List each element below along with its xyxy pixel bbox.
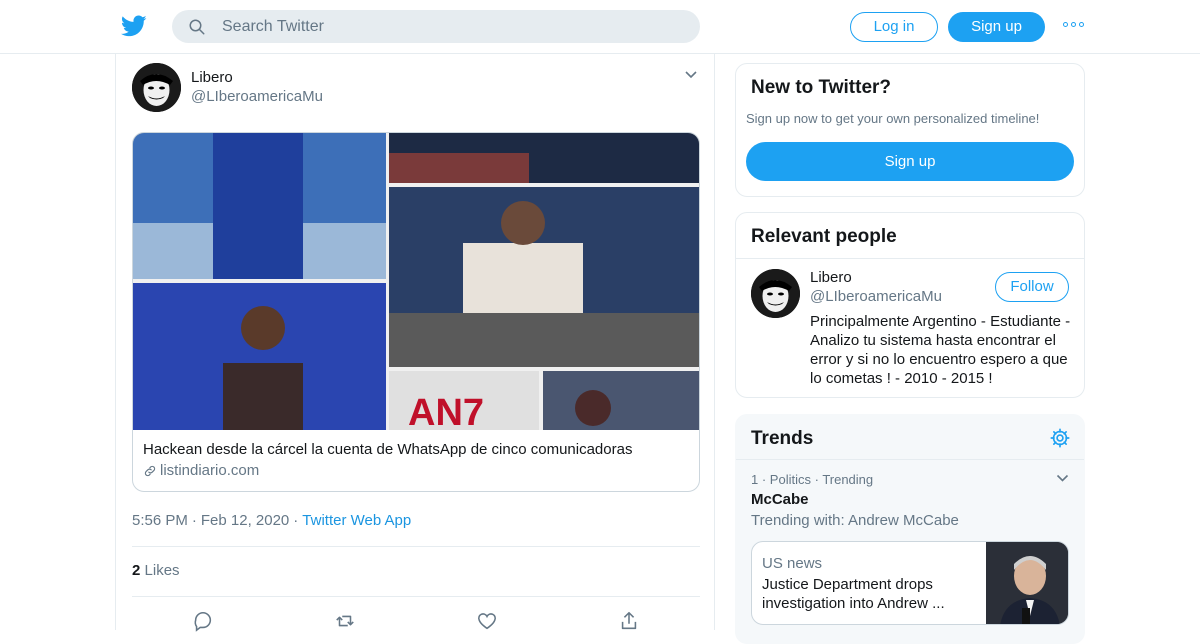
card-title[interactable]: Hackean desde la cárcel la cuenta de Wha… [143,441,632,458]
top-bar: Log in Sign up [0,0,1200,54]
link-card[interactable]: AN7 Hackean desde la cárcel la cuenta de… [132,132,700,492]
trends-panel: Trends 1 · Politics · Trending McCabe Tr… [735,414,1085,644]
tweet-source-link[interactable]: Twitter Web App [302,512,411,529]
tweet-column: Libero @LIberoamericaMu AN7 Hackean desd… [115,54,715,632]
mask-avatar-icon [132,63,181,112]
panel-title: New to Twitter? [751,77,892,98]
tweet-meta: 5:56 PM · Feb 12, 2020 · Twitter Web App [132,512,411,529]
retweet-icon[interactable] [334,610,356,632]
follow-button[interactable]: Follow [995,272,1069,302]
news-thumbnail [986,542,1068,624]
likes-count[interactable]: 2 Likes [132,562,180,579]
search-box[interactable] [172,10,700,43]
likes-label: Likes [144,562,180,579]
mask-avatar-icon [751,269,800,318]
author-handle[interactable]: @LIberoamericaMu [191,88,323,105]
trending-with: Trending with: Andrew McCabe [751,512,959,529]
reply-icon[interactable] [192,610,214,632]
trend-status: Trending [822,472,874,487]
search-input[interactable] [222,16,682,37]
dot [1079,22,1084,27]
news-headline: Justice Department drops investigation i… [762,576,945,612]
panel-subtitle: Sign up now to get your own personalized… [746,111,1040,126]
login-button[interactable]: Log in [850,12,938,42]
like-heart-icon[interactable] [476,610,498,632]
news-category: US news [762,555,823,572]
search-icon [189,19,205,35]
divider [132,546,700,547]
author-avatar[interactable] [132,63,181,112]
card-image: AN7 [133,133,699,430]
separator: · [191,512,197,529]
new-to-twitter-panel: New to Twitter? Sign up now to get your … [735,63,1085,197]
trend-meta: 1 · Politics · Trending [751,472,874,487]
news-card[interactable]: US news Justice Department drops investi… [751,541,1069,625]
signup-large-button[interactable]: Sign up [746,142,1074,181]
card-domain-text: listindiario.com [160,462,260,479]
link-icon [144,465,156,476]
panel-title: Trends [751,428,814,449]
trend-name[interactable]: McCabe [751,491,809,508]
trend-rank: 1 [751,472,759,487]
dot [1063,22,1068,27]
chevron-down-icon[interactable] [684,70,698,80]
author-name[interactable]: Libero [191,69,233,86]
likes-number: 2 [132,562,141,579]
tweet-time[interactable]: 5:56 PM [132,512,188,529]
trend-category: Politics [769,472,811,487]
card-domain[interactable]: listindiario.com [143,462,259,479]
person-handle[interactable]: @LIberoamericaMu [810,288,942,305]
separator: · [293,512,299,529]
divider [736,258,1084,259]
signup-button[interactable]: Sign up [948,12,1045,42]
divider [736,459,1084,460]
tweet-date[interactable]: Feb 12, 2020 [201,512,289,529]
chevron-down-icon[interactable] [1056,474,1069,483]
more-dots-icon[interactable] [1063,22,1087,32]
relevant-people-panel: Relevant people Libero @LIberoamericaMu … [735,212,1085,398]
person-name[interactable]: Libero [810,269,852,286]
share-icon[interactable] [618,610,640,632]
divider [132,596,700,597]
twitter-logo-icon[interactable] [120,13,148,39]
dot [1071,22,1076,27]
panel-title: Relevant people [751,226,897,247]
svg-text:AN7: AN7 [408,392,484,430]
person-bio: Principalmente Argentino - Estudiante - … [810,313,1071,387]
gear-icon[interactable] [1049,427,1071,449]
person-avatar[interactable] [751,269,800,318]
